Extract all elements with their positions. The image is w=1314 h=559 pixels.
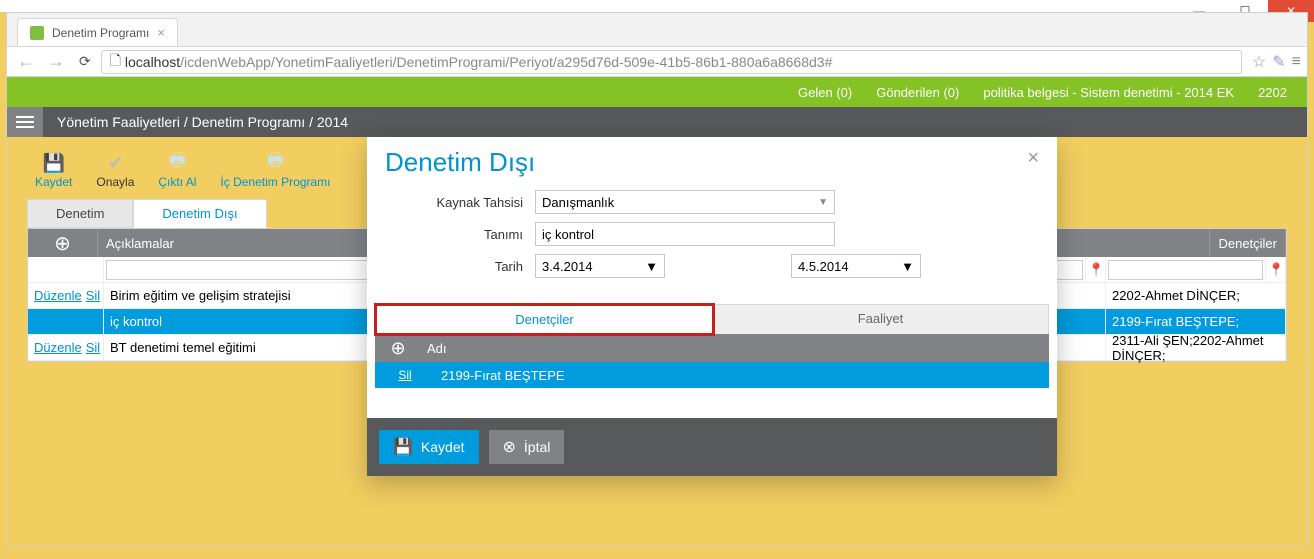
modal-row-delete-link[interactable]: Sil bbox=[375, 368, 435, 382]
modal-grid-row[interactable]: Sil 2199-Fırat BEŞTEPE bbox=[375, 362, 1049, 388]
row-denetciler: 2199-Fırat BEŞTEPE; bbox=[1106, 309, 1286, 334]
select-kaynak[interactable]: Danışmanlık▼ bbox=[535, 190, 835, 214]
url-path: /icdenWebApp/YonetimFaaliyetleri/Denetim… bbox=[180, 54, 832, 70]
input-tanim[interactable] bbox=[535, 222, 835, 246]
modal-grid-add-icon[interactable]: ⊕ bbox=[375, 338, 421, 359]
sent-link[interactable]: Gönderilen (0) bbox=[876, 85, 959, 100]
print-button[interactable]: 🖶Çıktı Al bbox=[158, 153, 196, 189]
filter-pin-icon[interactable]: 📍 bbox=[1086, 257, 1106, 282]
modal-grid-col-name: Adı bbox=[421, 341, 1049, 356]
save-button[interactable]: 💾Kaydet bbox=[35, 153, 72, 189]
browser-menu-icon[interactable]: ≡ bbox=[1292, 53, 1301, 71]
cancel-icon: ⊗ bbox=[503, 437, 516, 457]
user-code: 2202 bbox=[1258, 85, 1287, 100]
nav-forward-icon[interactable]: → bbox=[43, 51, 69, 72]
date-end[interactable]: 4.5.2014▼ bbox=[791, 254, 921, 278]
extension-icon[interactable]: ✎ bbox=[1272, 52, 1285, 72]
grid-col-denetciler[interactable]: Denetçiler bbox=[1210, 229, 1286, 257]
save-icon: 💾 bbox=[393, 437, 413, 457]
modal-tab-faaliyet[interactable]: Faaliyet bbox=[713, 305, 1048, 334]
save-icon: 💾 bbox=[42, 153, 66, 173]
window-titlebar: — ☐ ✕ bbox=[0, 0, 1314, 12]
browser-toolbar: ← → ⟳ 🗋 localhost /icdenWebApp/YonetimFa… bbox=[7, 47, 1307, 77]
menu-burger-icon[interactable] bbox=[7, 107, 43, 137]
browser-tab[interactable]: Denetim Programı × bbox=[17, 18, 178, 46]
modal-denetim-disi: Denetim Dışı × Kaynak Tahsisi Danışmanlı… bbox=[367, 137, 1057, 476]
address-bar[interactable]: 🗋 localhost /icdenWebApp/YonetimFaaliyet… bbox=[101, 50, 1242, 74]
breadcrumb: Yönetim Faaliyetleri / Denetim Programı … bbox=[43, 114, 348, 130]
breadcrumb-bar: Yönetim Faaliyetleri / Denetim Programı … bbox=[7, 107, 1307, 137]
tab-close-icon[interactable]: × bbox=[157, 25, 165, 40]
bookmark-star-icon[interactable]: ☆ bbox=[1252, 52, 1266, 72]
modal-tabs: Denetçiler Faaliyet bbox=[375, 304, 1049, 334]
print-icon: 🖶 bbox=[263, 153, 287, 173]
modal-cancel-button[interactable]: ⊗İptal bbox=[489, 430, 565, 464]
nav-reload-icon[interactable]: ⟳ bbox=[73, 53, 97, 70]
nav-back-icon[interactable]: ← bbox=[13, 51, 39, 72]
row-denetciler: 2202-Ahmet DİNÇER; bbox=[1106, 283, 1286, 308]
check-icon: ✔ bbox=[103, 153, 127, 173]
modal-row-name: 2199-Fırat BEŞTEPE bbox=[435, 368, 1049, 383]
label-tanim: Tanımı bbox=[385, 227, 535, 242]
print-icon: 🖶 bbox=[165, 153, 189, 173]
row-delete-link[interactable]: Sil bbox=[86, 340, 100, 355]
chevron-down-icon: ▼ bbox=[818, 197, 828, 208]
grid-add-icon[interactable]: ⊕ bbox=[28, 229, 98, 257]
chevron-down-icon: ▼ bbox=[645, 259, 658, 274]
label-kaynak: Kaynak Tahsisi bbox=[385, 195, 535, 210]
row-edit-link[interactable]: Düzenle bbox=[34, 288, 82, 303]
date-start[interactable]: 3.4.2014▼ bbox=[535, 254, 665, 278]
filter-denetciler-input[interactable] bbox=[1108, 260, 1263, 280]
modal-save-button[interactable]: 💾Kaydet bbox=[379, 430, 479, 464]
tab-favicon bbox=[30, 26, 44, 40]
tab-denetim[interactable]: Denetim bbox=[27, 199, 133, 228]
chevron-down-icon: ▼ bbox=[901, 259, 914, 274]
row-denetciler: 2311-Ali ŞEN;2202-Ahmet DİNÇER; bbox=[1106, 335, 1286, 360]
approve-button[interactable]: ✔Onayla bbox=[96, 153, 134, 189]
modal-grid-header: ⊕ Adı bbox=[375, 334, 1049, 362]
page-content: Gelen (0) Gönderilen (0) politika belges… bbox=[7, 77, 1307, 546]
browser-window: Denetim Programı × ← → ⟳ 🗋 localhost /ic… bbox=[6, 12, 1308, 547]
row-delete-link[interactable]: Sil bbox=[86, 288, 100, 303]
top-green-bar: Gelen (0) Gönderilen (0) politika belges… bbox=[7, 77, 1307, 107]
modal-title: Denetim Dışı bbox=[385, 147, 535, 178]
tab-denetim-disi[interactable]: Denetim Dışı bbox=[133, 199, 266, 228]
label-tarih: Tarih bbox=[385, 259, 535, 274]
modal-tab-denetciler[interactable]: Denetçiler bbox=[374, 303, 715, 336]
inbox-link[interactable]: Gelen (0) bbox=[798, 85, 852, 100]
url-host: localhost bbox=[125, 54, 180, 70]
internal-audit-button[interactable]: 🖶İç Denetim Programı bbox=[220, 153, 330, 189]
row-edit-link[interactable]: Düzenle bbox=[34, 340, 82, 355]
tab-title: Denetim Programı bbox=[52, 26, 149, 40]
filter-pin-icon[interactable]: 📍 bbox=[1266, 257, 1286, 282]
browser-tabstrip: Denetim Programı × bbox=[7, 13, 1307, 47]
modal-close-icon[interactable]: × bbox=[1027, 147, 1039, 170]
document-link[interactable]: politika belgesi - Sistem denetimi - 201… bbox=[983, 85, 1234, 100]
modal-footer: 💾Kaydet ⊗İptal bbox=[367, 418, 1057, 476]
